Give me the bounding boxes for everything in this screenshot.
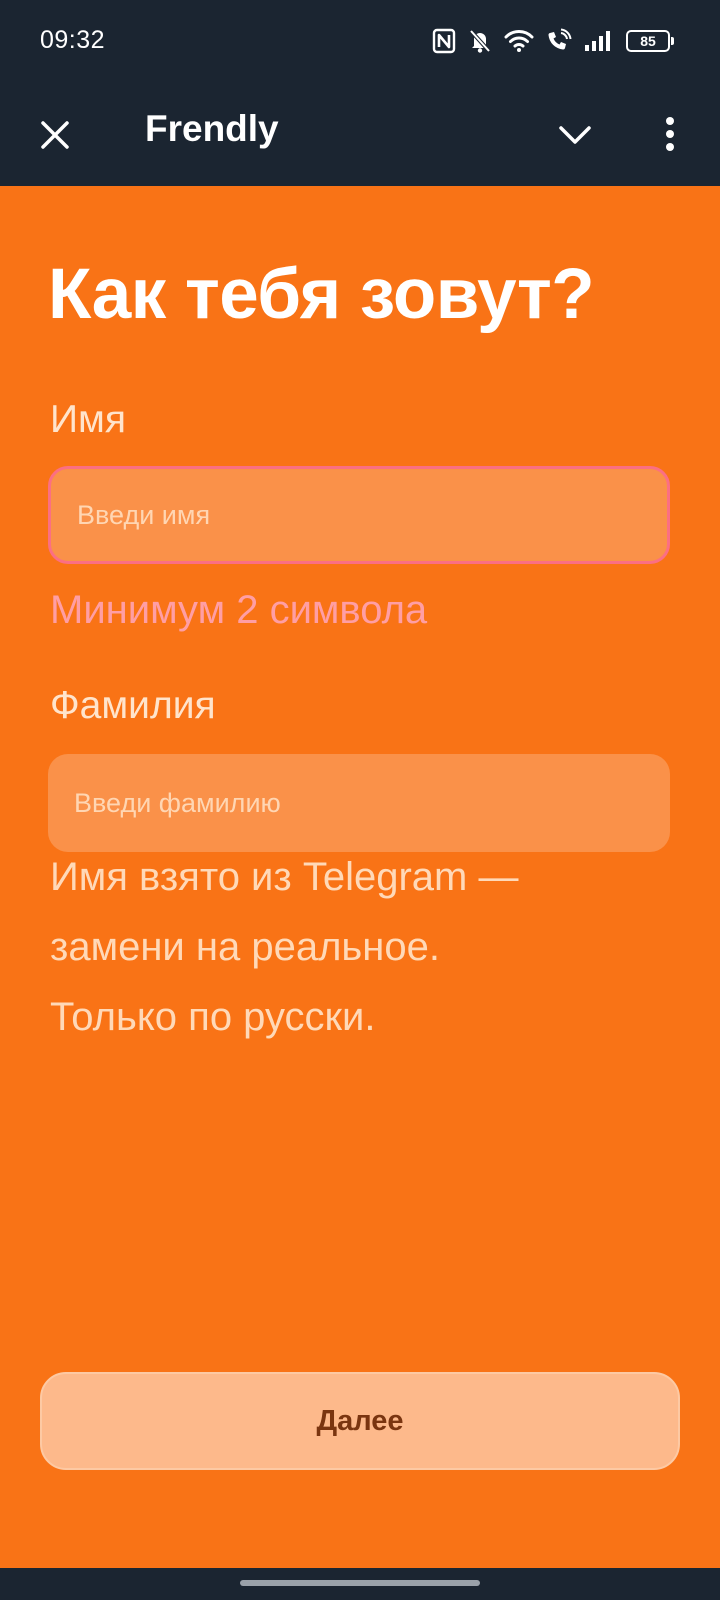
last-name-input[interactable] [48, 754, 670, 852]
hint-line: замени на реальное. [50, 925, 440, 969]
system-nav-bar [0, 1568, 720, 1600]
next-button[interactable]: Далее [40, 1372, 680, 1470]
first-name-label: Имя [50, 398, 126, 441]
first-name-error: Минимум 2 символа [50, 588, 428, 632]
status-icons: 85 [432, 26, 674, 56]
hint-line: Только по русски. [50, 995, 376, 1039]
close-button[interactable] [30, 110, 80, 160]
bell-off-icon [468, 28, 492, 54]
status-bar: 09:32 85 [0, 0, 720, 82]
app-title: Frendly [145, 108, 279, 149]
battery-level: 85 [640, 33, 656, 49]
hint-line: Имя взято из Telegram — [50, 855, 519, 899]
nfc-icon [432, 28, 456, 54]
wifi-icon [504, 29, 534, 53]
form-screen: Как тебя зовут? Имя Минимум 2 символа Фа… [0, 186, 720, 1568]
signal-icon [584, 30, 614, 52]
app-bar: Frendly [0, 82, 720, 186]
wifi-calling-icon [546, 28, 572, 54]
last-name-label: Фамилия [50, 684, 216, 727]
hint-text: Имя взято из Telegram — замени на реальн… [50, 842, 670, 1052]
close-icon [41, 121, 69, 149]
chevron-down-icon [559, 126, 591, 144]
more-vertical-icon [666, 117, 674, 151]
home-indicator[interactable] [240, 1580, 480, 1586]
battery-icon: 85 [626, 30, 674, 52]
page-title: Как тебя зовут? [48, 255, 595, 334]
status-time: 09:32 [40, 26, 106, 54]
more-options-button[interactable] [648, 106, 692, 162]
minimize-button[interactable] [550, 110, 600, 160]
first-name-input[interactable] [48, 466, 670, 564]
